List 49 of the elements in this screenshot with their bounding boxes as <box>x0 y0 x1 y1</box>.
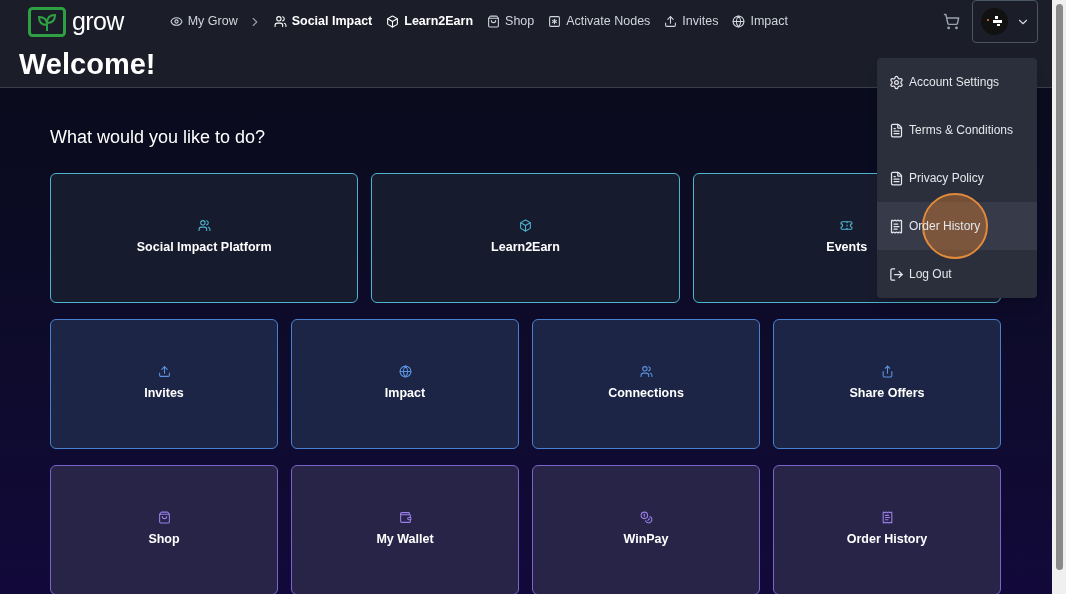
action-card[interactable]: Share Offers <box>773 318 1001 449</box>
receipt-icon <box>880 510 894 524</box>
action-card[interactable]: Social Impact Platform <box>50 172 359 303</box>
nav-link[interactable]: Impact <box>732 12 788 31</box>
globe-icon <box>398 364 412 378</box>
menu-item[interactable]: Terms & Conditions <box>877 106 1037 154</box>
nav-link[interactable]: Learn2Earn <box>386 12 474 31</box>
eye-icon <box>169 15 183 28</box>
square-icon <box>548 15 562 28</box>
logo-text: grow <box>72 9 124 34</box>
action-card[interactable]: My Wallet <box>291 464 519 594</box>
bag-icon <box>487 15 501 28</box>
nav-link[interactable]: Social Impact <box>273 12 373 31</box>
action-card[interactable]: Shop <box>50 464 278 594</box>
nav-link[interactable]: Activate Nodes <box>548 12 651 31</box>
avatar <box>980 8 1008 35</box>
cube-icon <box>386 15 400 28</box>
nav-link[interactable]: Shop <box>487 12 535 31</box>
action-card[interactable]: Order History <box>773 464 1001 594</box>
upload-icon <box>157 364 171 378</box>
section-heading: What would you like to do? <box>50 125 266 149</box>
document-icon <box>889 170 904 186</box>
page-title: Welcome! <box>19 47 156 82</box>
people-icon <box>273 15 287 28</box>
bag-icon <box>157 510 171 524</box>
account-button[interactable] <box>972 0 1038 43</box>
upload-icon <box>664 15 678 28</box>
action-card[interactable]: Impact <box>291 318 519 449</box>
action-card[interactable]: Connections <box>532 318 760 449</box>
cube-icon <box>519 218 532 232</box>
settings-icon <box>889 74 904 90</box>
action-card[interactable]: WinPay <box>532 464 760 594</box>
receipt-icon <box>889 218 904 234</box>
people-icon <box>639 364 653 378</box>
action-card[interactable]: Invites <box>50 318 278 449</box>
leaf-logo-icon <box>28 6 66 37</box>
nav-link[interactable]: Invites <box>664 12 719 31</box>
coins-icon <box>639 510 653 524</box>
menu-item[interactable]: Account Settings <box>877 58 1037 106</box>
people-icon <box>197 218 211 232</box>
globe-icon <box>732 15 746 28</box>
logout-icon <box>889 266 904 282</box>
cart-icon[interactable] <box>943 13 960 30</box>
document-icon <box>889 122 904 138</box>
ticket-icon <box>840 218 854 232</box>
scrollbar[interactable] <box>1052 0 1066 594</box>
wallet-icon <box>398 510 412 524</box>
action-card[interactable]: Learn2Earn <box>371 172 680 303</box>
nav-link[interactable]: My Grow <box>169 12 238 31</box>
